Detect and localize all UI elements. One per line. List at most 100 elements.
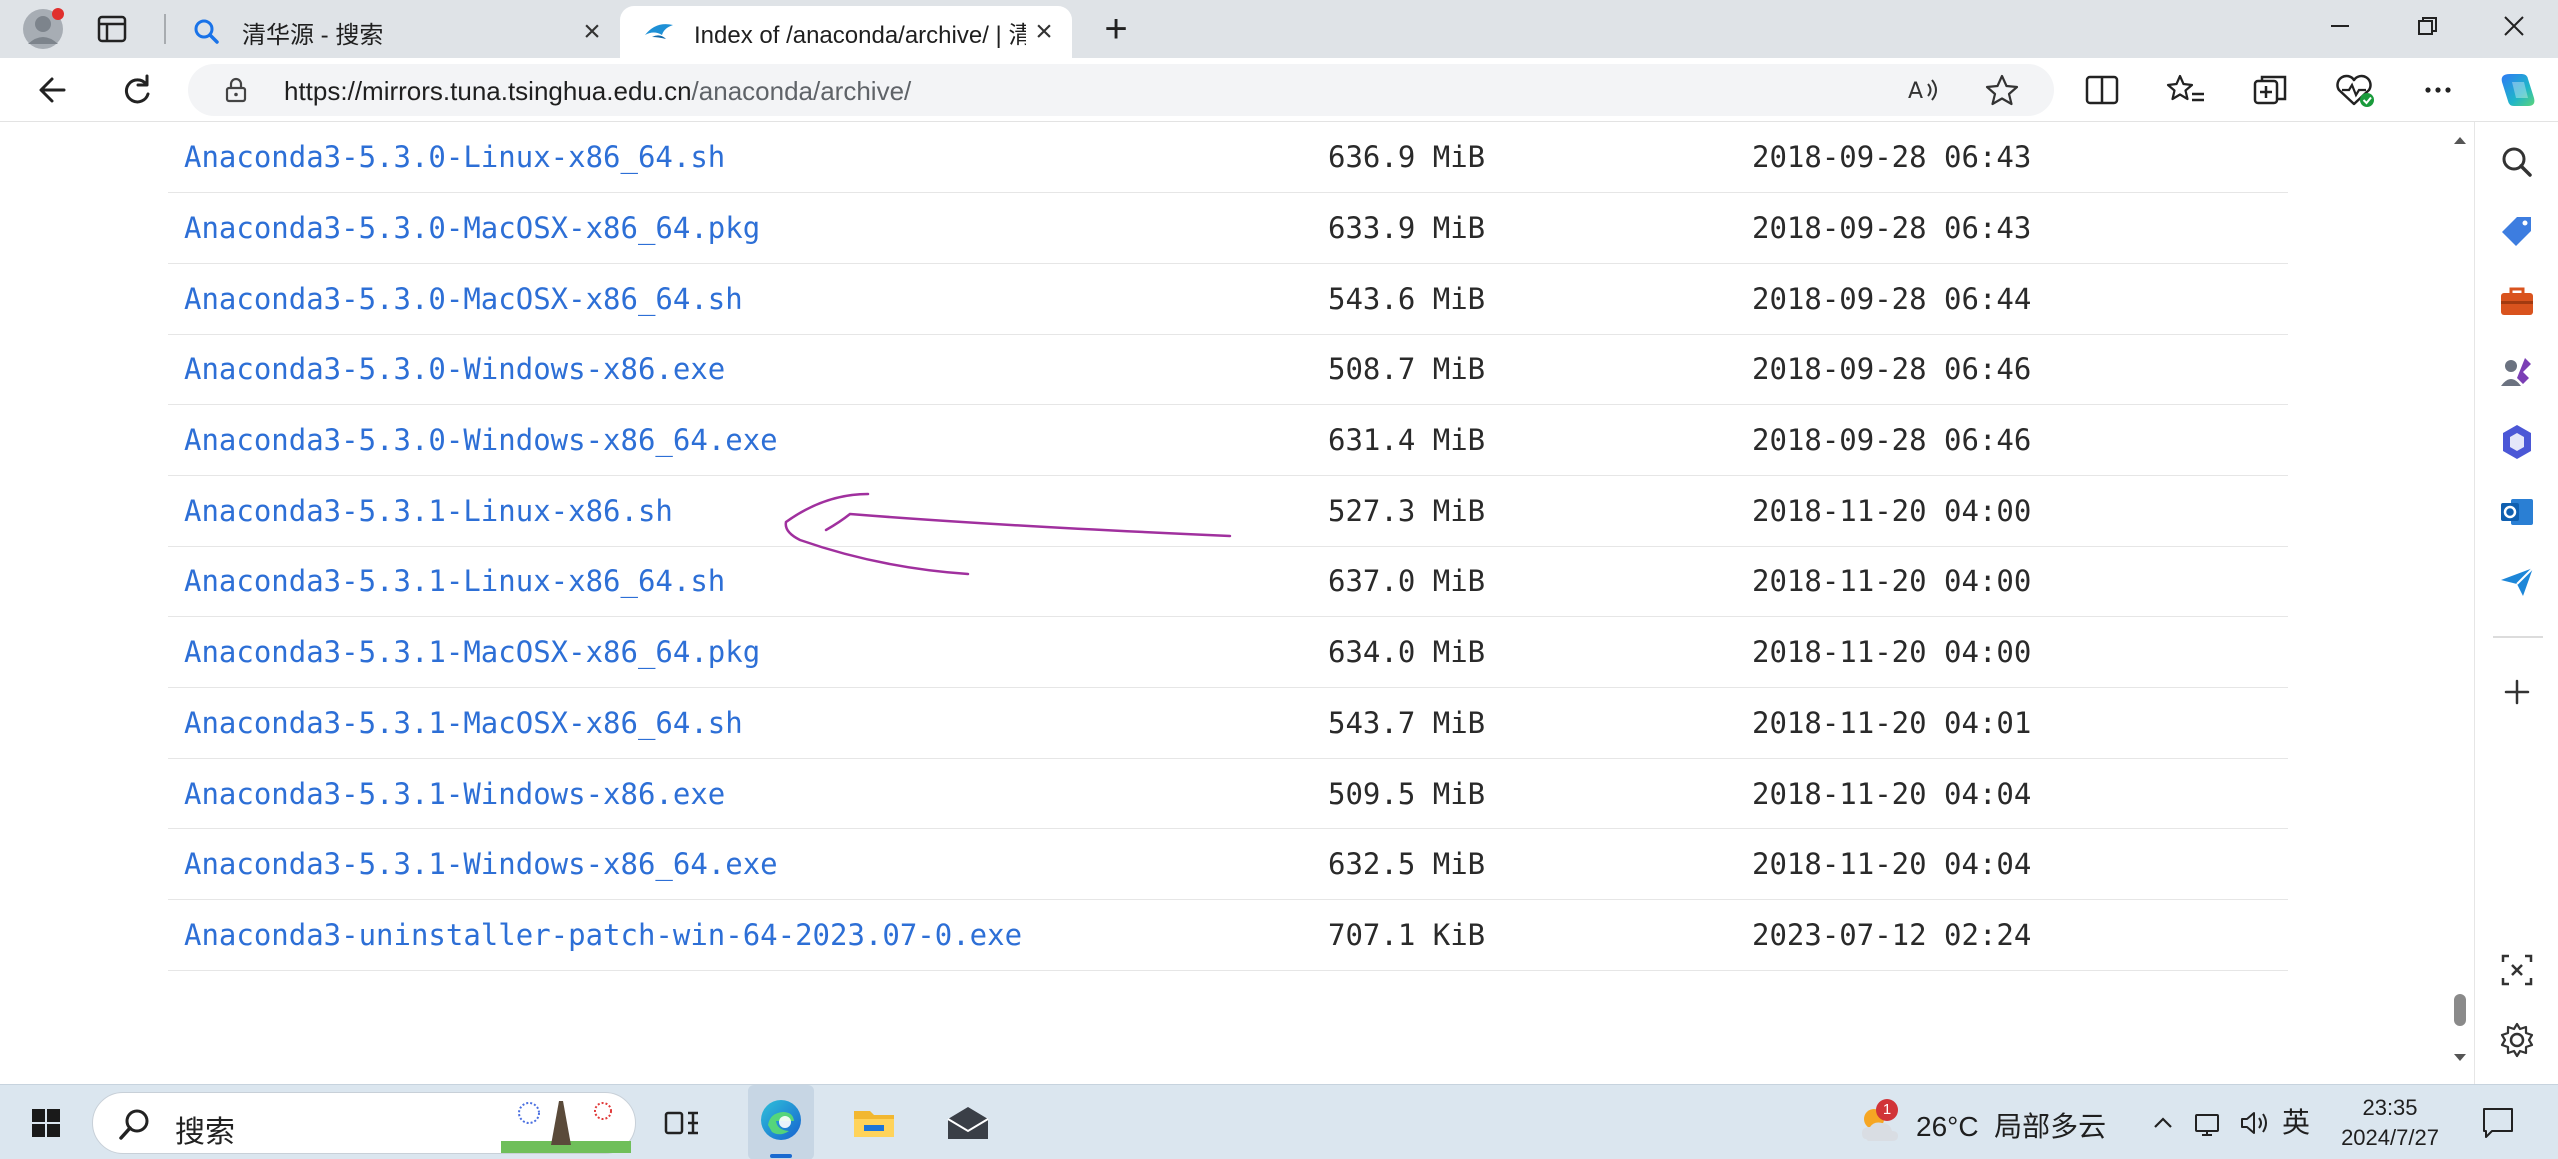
file-link[interactable]: Anaconda3-5.3.0-Linux-x86_64.sh — [184, 140, 725, 174]
file-size: 508.7 MiB — [1328, 334, 1752, 406]
volume-icon[interactable] — [2236, 1103, 2272, 1143]
collections-icon[interactable] — [2246, 68, 2294, 112]
scroll-down-icon[interactable] — [2452, 1052, 2468, 1064]
active-indicator — [770, 1154, 792, 1158]
file-size: 543.7 MiB — [1328, 687, 1752, 759]
more-options-icon[interactable] — [2414, 68, 2462, 112]
url-path: /anaconda/archive/ — [691, 76, 912, 106]
split-screen-icon[interactable] — [2078, 68, 2126, 112]
file-name-cell: Anaconda3-5.3.0-MacOSX-x86_64.pkg — [168, 192, 1328, 264]
tab-strip: 清华源 - 搜索 × Index of /anaconda/archive/ |… — [0, 0, 2558, 58]
file-row: Anaconda3-5.3.1-Windows-x86_64.exe 632.5 … — [168, 828, 2288, 901]
taskbar-search-placeholder: 搜索 — [175, 1116, 235, 1149]
file-explorer-icon[interactable] — [844, 1093, 904, 1153]
task-view-icon[interactable] — [652, 1093, 712, 1153]
file-size: 633.9 MiB — [1328, 192, 1752, 264]
file-link[interactable]: Anaconda3-5.3.1-Linux-x86.sh — [184, 494, 673, 528]
file-link[interactable]: Anaconda3-5.3.1-Windows-x86.exe — [184, 777, 725, 811]
file-size: 509.5 MiB — [1328, 758, 1752, 830]
file-row: Anaconda3-uninstaller-patch-win-64-2023.… — [168, 899, 2288, 971]
close-window-button[interactable] — [2484, 6, 2544, 52]
weather-description: 局部多云 — [1994, 1111, 2107, 1142]
add-sidebar-app-icon[interactable] — [2495, 670, 2539, 714]
network-icon[interactable] — [2190, 1103, 2226, 1143]
settings-gear-icon[interactable] — [2495, 1018, 2539, 1062]
screenshot-icon[interactable] — [2495, 948, 2539, 992]
file-date: 2018-09-28 06:43 — [1752, 192, 2288, 264]
minimize-button[interactable] — [2310, 6, 2370, 52]
file-date: 2018-09-28 06:44 — [1752, 263, 2288, 335]
clock-time: 23:35 — [2362, 1095, 2418, 1120]
favorite-star-icon[interactable] — [1982, 72, 2022, 108]
file-link[interactable]: Anaconda3-5.3.1-MacOSX-x86_64.pkg — [184, 635, 760, 669]
profile-avatar-icon[interactable] — [20, 6, 66, 52]
close-tab-icon[interactable]: × — [574, 14, 610, 50]
back-icon[interactable] — [28, 66, 78, 114]
edge-browser-icon — [761, 1100, 801, 1140]
file-name-cell: Anaconda3-5.3.0-Windows-x86_64.exe — [168, 404, 1328, 476]
file-size: 634.0 MiB — [1328, 616, 1752, 688]
send-icon[interactable] — [2495, 560, 2539, 604]
shopping-tag-icon[interactable] — [2495, 210, 2539, 254]
clock[interactable]: 23:35 2024/7/27 — [2330, 1093, 2450, 1153]
tab-title: Index of /anaconda/archive/ | 清 — [694, 21, 1026, 49]
tab-anaconda-archive[interactable]: Index of /anaconda/archive/ | 清 × — [620, 6, 1072, 58]
file-row: Anaconda3-5.3.1-MacOSX-x86_64.sh 543.7 Mi… — [168, 687, 2288, 759]
weather-text[interactable]: 26°C 局部多云 — [1916, 1105, 2106, 1145]
vertical-scrollbar[interactable] — [2446, 122, 2474, 1084]
close-tab-icon[interactable]: × — [1026, 14, 1062, 50]
outlook-icon[interactable] — [2495, 490, 2539, 534]
file-link[interactable]: Anaconda3-5.3.0-Windows-x86_64.exe — [184, 423, 778, 457]
file-link[interactable]: Anaconda3-5.3.0-MacOSX-x86_64.pkg — [184, 211, 760, 245]
file-name-cell: Anaconda3-5.3.1-Linux-x86.sh — [168, 475, 1328, 547]
svg-text:A: A — [1908, 79, 1923, 104]
refresh-icon[interactable] — [112, 66, 162, 114]
file-row: Anaconda3-5.3.1-MacOSX-x86_64.pkg 634.0 M… — [168, 616, 2288, 688]
notifications-icon[interactable] — [2478, 1101, 2518, 1143]
file-name-cell: Anaconda3-5.3.1-MacOSX-x86_64.sh — [168, 687, 1328, 759]
copilot-icon[interactable] — [2494, 68, 2542, 112]
tab-search[interactable]: 清华源 - 搜索 × — [168, 6, 620, 58]
file-link[interactable]: Anaconda3-5.3.1-MacOSX-x86_64.sh — [184, 706, 743, 740]
file-name-cell: Anaconda3-5.3.1-Windows-x86_64.exe — [168, 828, 1328, 901]
file-link[interactable]: Anaconda3-uninstaller-patch-win-64-2023.… — [184, 918, 1022, 952]
read-aloud-icon[interactable]: A — [1904, 72, 1944, 108]
scroll-up-icon[interactable] — [2452, 134, 2468, 146]
favorites-icon[interactable] — [2162, 68, 2210, 112]
file-date: 2018-11-20 04:04 — [1752, 758, 2288, 830]
file-listing-table: Anaconda3-5.3.0-Linux-x86_64.sh 636.9 MiB… — [168, 122, 2288, 971]
file-link[interactable]: Anaconda3-5.3.0-Windows-x86.exe — [184, 352, 725, 386]
url-host: https://mirrors.tuna.tsinghua.edu.cn — [284, 76, 692, 106]
sidebar-divider — [2493, 636, 2543, 638]
tab-actions-icon[interactable] — [90, 10, 134, 48]
file-date: 2018-11-20 04:00 — [1752, 546, 2288, 618]
file-link[interactable]: Anaconda3-5.3.1-Windows-x86_64.exe — [184, 847, 778, 881]
start-windows-icon[interactable] — [16, 1093, 76, 1153]
url-text[interactable]: https://mirrors.tuna.tsinghua.edu.cn/ana… — [284, 76, 911, 107]
edge-sidebar — [2474, 122, 2558, 1084]
file-date: 2018-09-28 06:46 — [1752, 334, 2288, 406]
sidebar-search-icon[interactable] — [2495, 140, 2539, 184]
microsoft-365-icon[interactable] — [2495, 420, 2539, 464]
lock-icon[interactable] — [222, 76, 250, 104]
restore-button[interactable] — [2398, 6, 2458, 52]
new-tab-button[interactable]: + — [1094, 8, 1138, 50]
file-row: Anaconda3-5.3.0-Windows-x86_64.exe 631.4 … — [168, 404, 2288, 476]
mail-icon[interactable] — [938, 1093, 998, 1153]
ime-indicator[interactable]: 英 — [2282, 1101, 2310, 1141]
close-icon — [2504, 16, 2524, 36]
file-name-cell: Anaconda3-5.3.1-MacOSX-x86_64.pkg — [168, 616, 1328, 688]
show-hidden-icons-chevron-icon[interactable] — [2148, 1103, 2178, 1143]
tools-briefcase-icon[interactable] — [2495, 280, 2539, 324]
file-row: Anaconda3-5.3.1-Linux-x86.sh 527.3 MiB 201… — [168, 475, 2288, 547]
scrollbar-thumb[interactable] — [2454, 994, 2466, 1026]
browser-essentials-icon[interactable] — [2330, 68, 2378, 112]
file-link[interactable]: Anaconda3-5.3.1-Linux-x86_64.sh — [184, 564, 725, 598]
weather-alert-badge: 1 — [1876, 1099, 1898, 1121]
file-link[interactable]: Anaconda3-5.3.0-MacOSX-x86_64.sh — [184, 282, 743, 316]
games-icon[interactable] — [2495, 350, 2539, 394]
address-bar[interactable]: https://mirrors.tuna.tsinghua.edu.cn/ana… — [188, 64, 2054, 116]
taskbar-search-box[interactable]: 搜索 — [92, 1092, 636, 1154]
search-icon — [194, 19, 219, 44]
taskbar-edge-active[interactable] — [748, 1085, 814, 1159]
